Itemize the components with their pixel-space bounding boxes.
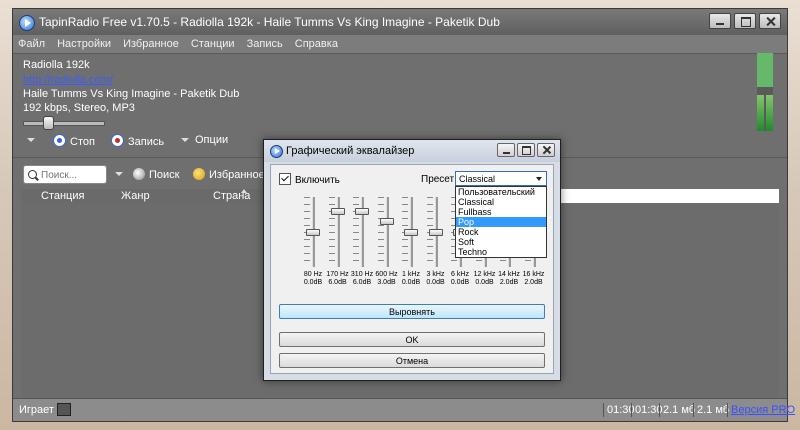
menu-file[interactable]: Файл [13, 35, 49, 50]
preset-label: Пресет [421, 174, 455, 185]
favorites-button[interactable]: Избранное [193, 168, 265, 181]
menu-stations[interactable]: Станции [186, 35, 239, 50]
enable-checkbox[interactable]: Включить [279, 173, 340, 186]
now-playing-info: Radiolla 192k http://radiolla.com/ Haile… [23, 59, 239, 116]
menu-settings[interactable]: Настройки [52, 35, 115, 50]
globe-icon [133, 168, 145, 180]
cancel-button[interactable]: Отмена [279, 353, 545, 368]
app-play-icon [270, 145, 283, 158]
vu-meter-left [757, 95, 764, 131]
equalizer-title-bar[interactable]: Графический эквалайзер [264, 140, 560, 162]
menu-favorites[interactable]: Избранное [118, 35, 183, 50]
stop-radio-icon [53, 134, 66, 147]
checkmark-icon [279, 173, 291, 185]
eq-band-slider-thumb[interactable] [355, 207, 369, 215]
playback-state: Играет [19, 404, 54, 416]
preset-option[interactable]: Pop [456, 217, 546, 227]
search-icon [28, 170, 37, 179]
table-header-filler [553, 189, 779, 203]
eq-band-ticks [377, 197, 384, 267]
search-box[interactable] [23, 165, 107, 184]
stop-button[interactable]: Стоп [53, 134, 95, 148]
chevron-down-icon [27, 138, 35, 142]
vu-meter-peak [757, 53, 773, 87]
eq-band-slider-thumb[interactable] [404, 228, 418, 236]
flatten-button[interactable]: Выровнять [279, 304, 545, 319]
menu-bar: Файл Настройки Избранное Станции Запись … [13, 35, 787, 54]
equalizer-minimize-button[interactable] [497, 143, 515, 157]
preset-option[interactable]: Soft [456, 237, 546, 247]
ok-button[interactable]: OK [279, 332, 545, 347]
window-title: TapinRadio Free v1.70.5 - Radiolla 192k … [39, 15, 500, 29]
eq-band-gain: 2.0dB [524, 279, 543, 286]
options-dropdown-left[interactable] [27, 134, 41, 146]
preset-option[interactable]: Rock [456, 227, 546, 237]
search-input[interactable] [39, 168, 107, 183]
menu-record[interactable]: Запись [242, 35, 287, 50]
volume-slider-track[interactable] [23, 121, 105, 126]
volume-slider-thumb[interactable] [43, 116, 54, 130]
equalizer-caption-buttons [497, 143, 555, 157]
equalizer-dialog: Графический эквалайзер Включить Пресет C… [263, 139, 561, 381]
minimize-button[interactable] [709, 13, 731, 29]
options-button[interactable]: Опции [181, 134, 228, 146]
star-icon [193, 168, 205, 180]
equalizer-close-button[interactable] [537, 143, 555, 157]
equalizer-maximize-button[interactable] [517, 143, 535, 157]
column-genre[interactable]: Жанр [121, 190, 150, 202]
preset-dropdown-list: Пользовательский Classical Fullbass Pop Rock… [455, 186, 547, 258]
close-button[interactable] [759, 13, 781, 29]
search-button[interactable]: Поиск [133, 168, 179, 181]
record-label: Запись [128, 136, 165, 148]
menu-help[interactable]: Справка [290, 35, 342, 50]
eq-band-track[interactable] [385, 197, 389, 267]
eq-band-slider-thumb[interactable] [306, 228, 320, 236]
station-name: Radiolla 192k [23, 59, 90, 71]
equalizer-panel: Включить Пресет Classical Пользовательск… [270, 164, 554, 374]
preset-option[interactable]: Fullbass [456, 207, 546, 217]
title-bar[interactable]: TapinRadio Free v1.70.5 - Radiolla 192k … [13, 9, 787, 35]
preset-option[interactable]: Пользовательский [456, 187, 546, 197]
status-icon [57, 403, 71, 416]
stream-format: 192 kbps, Stereo, MP3 [23, 102, 135, 114]
chevron-down-icon [115, 172, 123, 176]
record-button[interactable]: Запись [111, 134, 164, 148]
stop-label: Стоп [70, 136, 95, 148]
station-url-link[interactable]: http://radiolla.com/ [23, 74, 239, 88]
eq-band-slider-thumb[interactable] [379, 217, 394, 225]
preset-option[interactable]: Techno [456, 247, 546, 257]
vu-meter-right [766, 95, 773, 131]
preset-option[interactable]: Classical [456, 197, 546, 207]
equalizer-title: Графический эквалайзер [286, 145, 415, 157]
vu-meter [757, 53, 773, 131]
enable-label: Включить [295, 175, 340, 186]
maximize-button[interactable] [734, 13, 756, 29]
eq-band-slider-thumb[interactable] [428, 228, 443, 236]
options-label: Опции [195, 134, 229, 146]
caption-buttons [709, 13, 781, 29]
column-station[interactable]: Станция [41, 190, 84, 202]
eq-band-frequency: 16 kHz [522, 271, 545, 278]
favorites-label: Избранное [209, 169, 265, 181]
search-button-label: Поиск [149, 169, 180, 181]
chevron-down-icon [181, 138, 189, 142]
record-radio-icon [111, 134, 124, 147]
preset-select[interactable]: Classical [455, 171, 547, 186]
status-bar: Играет 01:30 01:30 2.1 мб 2.1 мб Версия … [13, 398, 795, 421]
sort-arrow-icon [241, 189, 247, 193]
app-play-icon [19, 15, 35, 31]
pro-version-link[interactable]: Версия PRO [727, 403, 798, 417]
track-title: Haile Tumms Vs King Imagine - Paketik Du… [23, 88, 240, 100]
eq-band-slider-thumb[interactable] [330, 207, 345, 215]
search-dropdown[interactable] [115, 168, 129, 180]
